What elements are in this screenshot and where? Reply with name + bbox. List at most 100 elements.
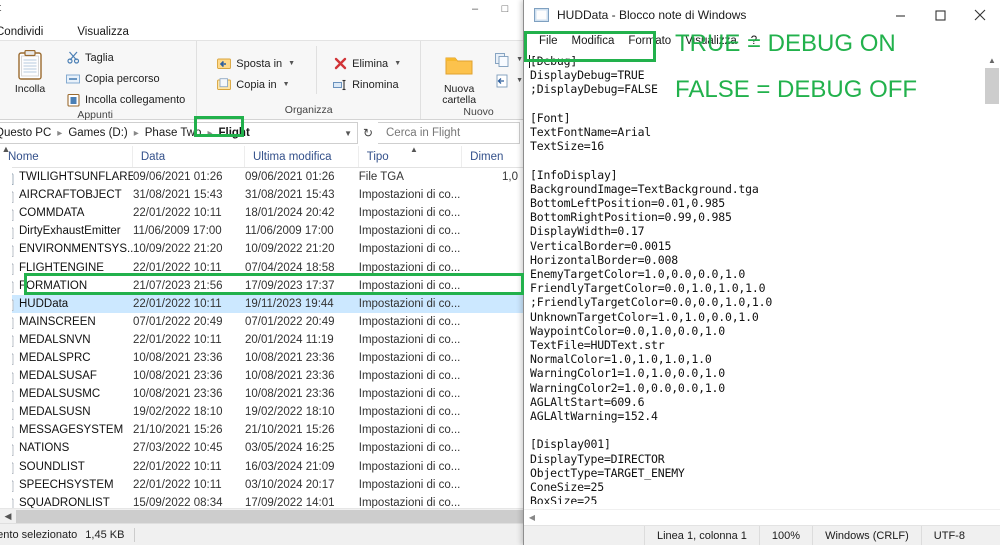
table-row[interactable]: HUDData 22/01/2022 10:11 19/11/2023 19:44 I… [0, 294, 524, 313]
file-name-cell[interactable]: NATIONS [0, 440, 133, 456]
column-header-ultima-modifica[interactable]: Ultima modifica [245, 146, 359, 167]
chevron-down-icon[interactable]: ▼ [394, 60, 401, 67]
file-name-cell[interactable]: MEDALSPRC [0, 350, 133, 366]
status-zoom-level: 100% [758, 525, 812, 545]
file-name-cell[interactable]: COMMDATA [0, 205, 133, 221]
refresh-icon[interactable]: ↻ [358, 126, 378, 140]
column-header-nome[interactable]: Nome [0, 146, 133, 167]
file-name-cell[interactable]: MEDALSUSN [0, 404, 133, 420]
table-row[interactable]: SPEECHSYSTEM 22/01/2022 10:11 03/10/2024 2… [0, 476, 524, 494]
close-icon[interactable] [960, 0, 1000, 30]
easy-access-button[interactable]: ▼ [491, 71, 524, 90]
table-row[interactable]: NATIONS 27/03/2022 10:45 03/05/2024 16:25 I… [0, 439, 524, 457]
notepad-horizontal-scrollbar[interactable]: ◀ [524, 509, 1000, 525]
notepad-content[interactable]: [Debug] DisplayDebug=TRUE ;DisplayDebug=… [530, 54, 984, 504]
table-row[interactable]: MEDALSUSN 19/02/2022 18:10 19/02/2022 18:1… [0, 403, 524, 421]
nuovo-small-buttons: ▼ ▼ [491, 46, 524, 90]
table-row[interactable]: DirtyExhaustEmitter 11/06/2009 17:00 11/06… [0, 222, 524, 240]
paste-shortcut-button[interactable]: Incolla collegamento [62, 90, 188, 109]
column-header-tipo[interactable]: ▲ Tipo [359, 145, 463, 167]
maximize-icon[interactable]: □ [490, 0, 520, 18]
file-modified-cell: 10/08/2021 23:36 [245, 388, 335, 401]
tab-visualizza[interactable]: Visualizza [71, 26, 135, 40]
file-name-cell[interactable]: MEDALSUSAF [0, 368, 133, 384]
scroll-up-icon[interactable]: ▲ [984, 52, 1000, 68]
file-type-cell: Impostazioni di co... [358, 424, 461, 437]
table-row[interactable]: MEDALSNVN 22/01/2022 10:11 20/01/2024 11:1… [0, 331, 524, 349]
notepad-vertical-scrollbar[interactable]: ▲ [984, 52, 1000, 504]
file-explorer-window: ht – □ Condividi Visualizza [0, 0, 524, 545]
notepad-text-area[interactable]: [Debug] DisplayDebug=TRUE ;DisplayDebug=… [524, 52, 1000, 504]
copy-path-icon [65, 71, 81, 87]
new-item-button[interactable]: ▼ [491, 50, 524, 69]
table-row[interactable]: SOUNDLIST 22/01/2022 10:11 16/03/2024 21:0… [0, 458, 524, 476]
file-name-cell[interactable]: ENVIRONMENTSYS... [0, 241, 133, 257]
table-row[interactable]: MEDALSUSMC 10/08/2021 23:36 10/08/2021 23:… [0, 385, 524, 403]
file-name-cell[interactable]: TWILIGHTSUNFLARE [0, 169, 133, 185]
file-name-cell[interactable]: HUDData [0, 296, 133, 312]
menu-file[interactable]: File [532, 33, 565, 49]
table-row[interactable]: TWILIGHTSUNFLARE 09/06/2021 01:26 09/06/20… [0, 168, 524, 186]
scroll-left-icon[interactable]: ◀ [524, 513, 540, 522]
table-row[interactable]: MEDALSUSAF 10/08/2021 23:36 10/08/2021 23:… [0, 367, 524, 385]
list-scroll-track[interactable] [0, 160, 12, 510]
menu-formato[interactable]: Formato [621, 33, 678, 49]
column-header-dimensione[interactable]: Dimen [462, 146, 524, 167]
file-name-cell[interactable]: MEDALSNVN [0, 332, 133, 348]
file-name-cell[interactable]: FLIGHTENGINE [0, 260, 133, 275]
rename-button[interactable]: Rinomina [329, 75, 404, 94]
table-row[interactable]: FORMATION 21/07/2023 21:56 17/09/2023 17:3… [0, 277, 524, 295]
search-input[interactable]: Cerca in Flight [378, 122, 520, 144]
file-name-cell[interactable]: MESSAGESYSTEM [0, 422, 133, 438]
file-name-cell[interactable]: FORMATION [0, 278, 133, 294]
notepad-window-buttons [880, 0, 1000, 30]
file-list[interactable]: TWILIGHTSUNFLARE 09/06/2021 01:26 09/06/20… [0, 168, 524, 545]
chevron-down-icon[interactable]: ▼ [283, 81, 290, 88]
minimize-icon[interactable]: – [460, 0, 490, 18]
table-row[interactable]: COMMDATA 22/01/2022 10:11 18/01/2024 20:42… [0, 204, 524, 222]
scroll-left-icon[interactable]: ◀ [0, 511, 16, 522]
horizontal-scrollbar-thumb[interactable] [16, 509, 524, 523]
breadcrumb-flight[interactable]: Flight [215, 127, 252, 139]
column-header-data[interactable]: Data [133, 146, 245, 167]
minimize-icon[interactable] [880, 0, 920, 30]
paste-button[interactable]: Incolla [2, 46, 58, 95]
move-to-button[interactable]: Sposta in ▼ [213, 54, 298, 73]
new-folder-button[interactable]: Nuova cartella [431, 46, 487, 106]
table-row[interactable]: MESSAGESYSTEM 21/10/2021 15:26 21/10/2021 … [0, 421, 524, 439]
file-name-cell[interactable]: SOUNDLIST [0, 459, 133, 474]
file-name-cell[interactable]: AIRCRAFTOBJECT [0, 187, 133, 203]
file-type-cell: Impostazioni di co... [358, 406, 461, 419]
tab-condividi[interactable]: Condividi [0, 26, 49, 40]
file-modified-cell: 10/09/2022 21:20 [245, 243, 335, 256]
table-row[interactable]: MAINSCREEN 07/01/2022 20:49 07/01/2022 20:… [0, 313, 524, 331]
cut-button[interactable]: Taglia [62, 48, 188, 67]
vertical-scrollbar-thumb[interactable] [985, 68, 999, 104]
table-row[interactable]: MEDALSPRC 10/08/2021 23:36 10/08/2021 23:3… [0, 349, 524, 367]
table-row[interactable]: AIRCRAFTOBJECT 31/08/2021 15:43 31/08/2021… [0, 186, 524, 204]
list-scroll-up-icon[interactable]: ▲ [0, 138, 12, 160]
file-name-cell[interactable]: DirtyExhaustEmitter [0, 223, 133, 239]
breadcrumb[interactable]: ▸ Questo PC ▸ Games (D:) ▸ Phase Two ▸ F… [0, 122, 358, 144]
horizontal-scrollbar[interactable]: ◀ [0, 508, 524, 523]
copy-path-label: Copia percorso [85, 72, 160, 85]
notepad-status-bar: Linea 1, colonna 1 100% Windows (CRLF) U… [524, 525, 1000, 545]
maximize-icon[interactable] [920, 0, 960, 30]
chevron-down-icon[interactable]: ▼ [344, 129, 357, 138]
breadcrumb-phase-two[interactable]: Phase Two [142, 127, 205, 139]
delete-button[interactable]: Elimina ▼ [329, 54, 404, 73]
copy-to-button[interactable]: Copia in ▼ [213, 75, 298, 94]
copy-path-button[interactable]: Copia percorso [62, 69, 188, 88]
menu-modifica[interactable]: Modifica [565, 33, 622, 49]
file-name-cell[interactable]: SPEECHSYSTEM [0, 477, 133, 493]
file-name-label: DirtyExhaustEmitter [19, 225, 121, 238]
chevron-down-icon[interactable]: ▼ [288, 60, 295, 67]
file-name-cell[interactable]: MEDALSUSMC [0, 386, 133, 402]
annotation-false-debug-off: FALSE = DEBUG OFF [675, 76, 918, 103]
table-row[interactable]: ENVIRONMENTSYS... 10/09/2022 21:20 10/09/2… [0, 240, 524, 258]
breadcrumb-games-d[interactable]: Games (D:) [65, 127, 130, 139]
table-row[interactable]: FLIGHTENGINE 22/01/2022 10:11 07/04/2024 1… [0, 258, 524, 276]
group-label-organizza: Organizza [284, 104, 333, 116]
file-name-cell[interactable]: MAINSCREEN [0, 314, 133, 330]
file-type-cell: Impostazioni di co... [358, 297, 461, 310]
